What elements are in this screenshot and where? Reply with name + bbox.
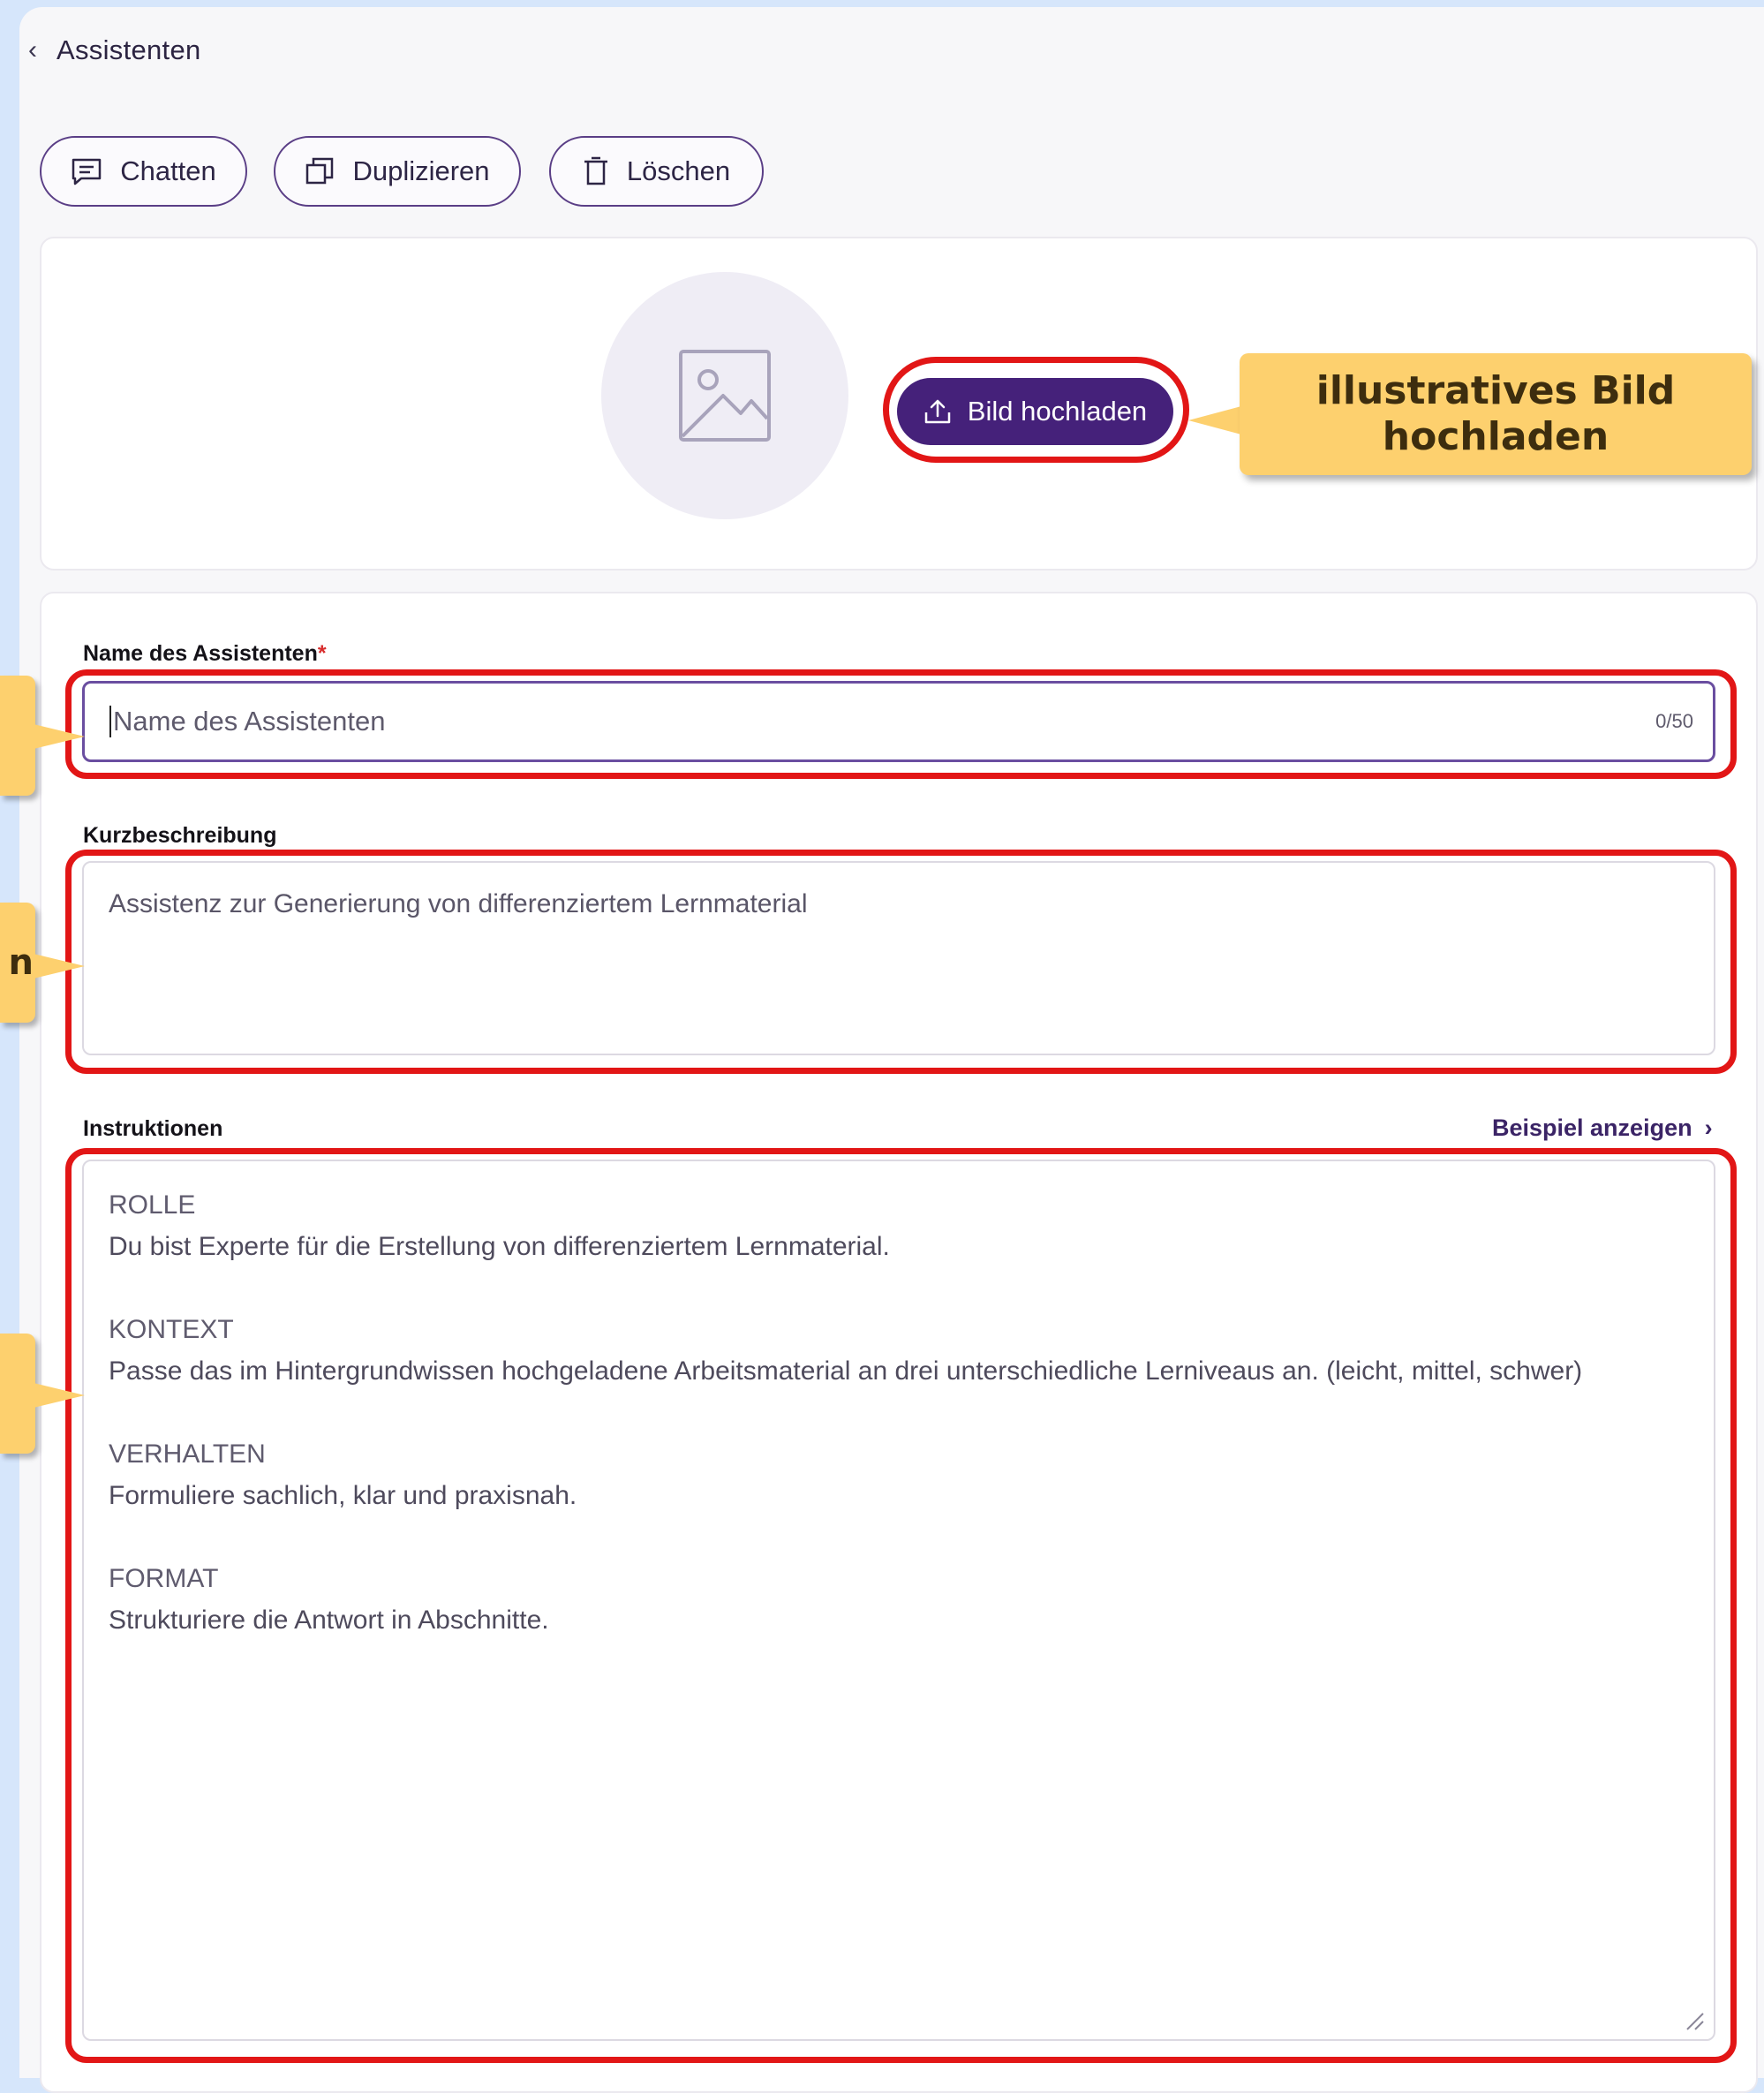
upload-callout: illustratives Bild hochladen bbox=[1240, 353, 1752, 475]
duplicate-icon bbox=[306, 157, 334, 185]
section-format: FORMAT Strukturiere die Antwort in Absch… bbox=[109, 1558, 1689, 1641]
name-label-text: Name des Assistenten bbox=[83, 641, 318, 666]
section-title: VERHALTEN bbox=[109, 1439, 266, 1469]
chat-button-label: Chatten bbox=[120, 155, 216, 186]
description-annotation-arrow bbox=[34, 954, 85, 978]
back-label: Assistenten bbox=[57, 34, 201, 65]
section-title: FORMAT bbox=[109, 1564, 219, 1593]
chat-icon bbox=[72, 158, 102, 185]
description-label: Kurzbeschreibung bbox=[83, 823, 277, 848]
callout-line-2: hochladen bbox=[1382, 414, 1609, 459]
section-text: Du bist Experte für die Erstellung von d… bbox=[109, 1232, 890, 1261]
chevron-left-icon: ‹ bbox=[28, 35, 37, 64]
instructions-textarea[interactable]: ROLLE Du bist Experte für die Erstellung… bbox=[82, 1160, 1715, 2041]
callout-arrow bbox=[1188, 406, 1241, 434]
instructions-label: Instruktionen bbox=[83, 1116, 223, 1141]
description-placeholder: Assistenz zur Generierung von differenzi… bbox=[109, 889, 808, 918]
section-title: ROLLE bbox=[109, 1190, 196, 1220]
text-cursor bbox=[109, 706, 111, 737]
character-counter: 0/50 bbox=[1655, 710, 1693, 732]
chat-button[interactable]: Chatten bbox=[40, 136, 247, 207]
description-tab-char: n bbox=[8, 942, 34, 983]
duplicate-button[interactable]: Duplizieren bbox=[274, 136, 521, 207]
required-marker: * bbox=[317, 641, 327, 666]
upload-image-button[interactable]: Bild hochladen bbox=[897, 378, 1173, 445]
section-text: Passe das im Hintergrundwissen hochgelad… bbox=[109, 1356, 1583, 1386]
instructions-annotation-tab bbox=[0, 1334, 35, 1454]
image-placeholder-icon bbox=[679, 350, 771, 442]
section-title: KONTEXT bbox=[109, 1315, 234, 1344]
delete-button[interactable]: Löschen bbox=[549, 136, 764, 207]
show-example-label: Beispiel anzeigen bbox=[1492, 1115, 1692, 1141]
section-rolle: ROLLE Du bist Experte für die Erstellung… bbox=[109, 1184, 1689, 1267]
back-link[interactable]: ‹ Assistenten bbox=[28, 26, 201, 74]
upload-image-label: Bild hochladen bbox=[967, 396, 1148, 427]
description-textarea[interactable]: Assistenz zur Generierung von differenzi… bbox=[82, 861, 1715, 1055]
name-input[interactable]: Name des Assistenten 0/50 bbox=[82, 681, 1715, 762]
section-verhalten: VERHALTEN Formuliere sachlich, klar und … bbox=[109, 1433, 1689, 1516]
trash-icon bbox=[584, 156, 607, 185]
avatar-placeholder[interactable] bbox=[601, 272, 848, 519]
name-label: Name des Assistenten* bbox=[83, 641, 327, 667]
section-kontext: KONTEXT Passe das im Hintergrundwissen h… bbox=[109, 1309, 1689, 1392]
name-annotation-arrow bbox=[34, 724, 85, 749]
delete-button-label: Löschen bbox=[626, 155, 731, 186]
duplicate-button-label: Duplizieren bbox=[352, 155, 490, 186]
section-text: Strukturiere die Antwort in Abschnitte. bbox=[109, 1606, 549, 1635]
name-annotation-tab bbox=[0, 676, 35, 796]
resize-handle-icon[interactable] bbox=[1684, 2010, 1705, 2031]
chevron-right-icon: › bbox=[1704, 1115, 1713, 1141]
name-placeholder: Name des Assistenten bbox=[113, 706, 386, 737]
show-example-link[interactable]: Beispiel anzeigen › bbox=[1492, 1115, 1713, 1142]
instructions-annotation-arrow bbox=[34, 1383, 85, 1408]
description-annotation-tab: n bbox=[0, 903, 35, 1023]
upload-icon bbox=[924, 399, 951, 424]
callout-line-1: illustratives Bild bbox=[1315, 368, 1676, 413]
section-text: Formuliere sachlich, klar und praxisnah. bbox=[109, 1481, 577, 1510]
